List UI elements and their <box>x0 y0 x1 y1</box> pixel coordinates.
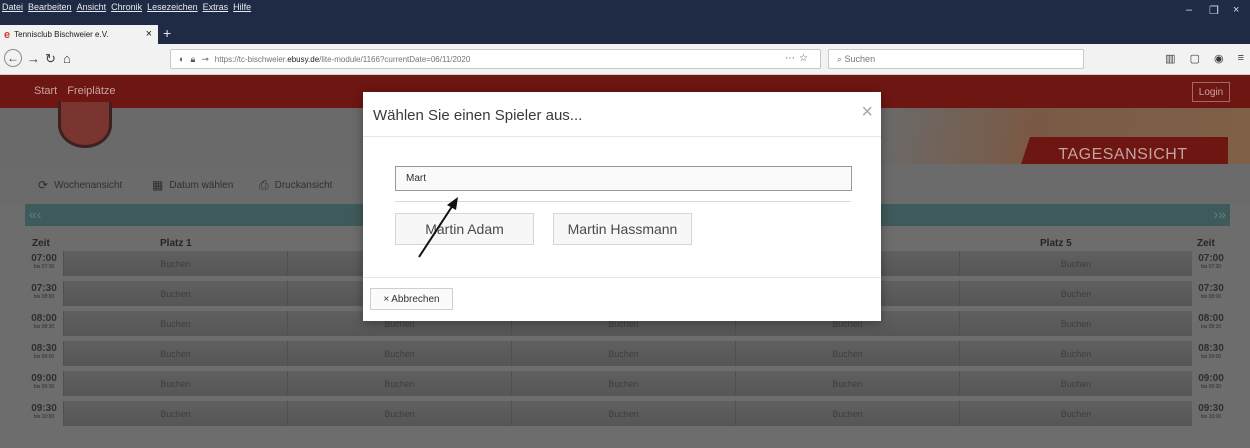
annotation-arrow-icon <box>418 197 458 258</box>
